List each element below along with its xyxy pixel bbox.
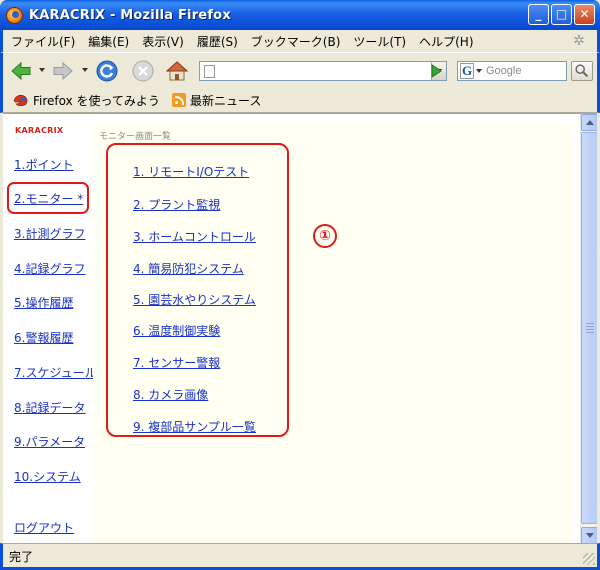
back-history-dropdown-icon[interactable]: [39, 68, 45, 72]
go-icon[interactable]: [427, 63, 445, 79]
menu-bookmarks[interactable]: ブックマーク(B): [251, 33, 341, 50]
page-icon: [204, 64, 215, 78]
bookmark-label: Firefox を使ってみよう: [33, 93, 160, 108]
stop-icon[interactable]: [131, 59, 155, 83]
resize-grip-icon[interactable]: [583, 553, 595, 565]
forward-arrow-icon[interactable]: [51, 59, 75, 83]
menu-history[interactable]: 履歴(S): [197, 33, 238, 50]
sidebar-item-record-data[interactable]: 8.記録データ: [14, 399, 85, 416]
sidebar-highlight-outline: [7, 182, 89, 214]
brand-logo: KARACRIX: [15, 126, 64, 135]
grip-line: [586, 329, 594, 330]
sidebar-item-record-graph[interactable]: 4.記録グラフ: [14, 260, 85, 277]
sidebar-item-point[interactable]: 1.ポイント: [14, 156, 73, 173]
close-button[interactable]: ✕: [574, 4, 595, 25]
search-input[interactable]: [486, 63, 566, 79]
scroll-up-button[interactable]: [581, 114, 597, 131]
url-input[interactable]: [219, 63, 431, 79]
sidebar-item-operation-history[interactable]: 5.操作履歴: [14, 294, 73, 311]
menu-file[interactable]: ファイル(F): [11, 33, 75, 50]
page-title: モニター画面一覧: [99, 132, 172, 142]
forward-history-dropdown-icon[interactable]: [82, 68, 88, 72]
grip-line: [586, 332, 594, 333]
monitor-list-highlight-outline: [106, 143, 289, 437]
search-button[interactable]: [571, 61, 593, 81]
maximize-button[interactable]: □: [551, 4, 572, 25]
magnifier-icon: [575, 64, 589, 78]
vertical-scrollbar[interactable]: [580, 114, 597, 543]
search-engine-dropdown-icon[interactable]: [476, 69, 482, 73]
bookmark-latest-news[interactable]: 最新ニュース: [171, 92, 262, 109]
grip-line: [586, 326, 594, 327]
rss-feed-icon: [171, 93, 186, 107]
callout-marker: ①: [313, 224, 337, 248]
status-bar: 完了: [0, 543, 600, 570]
menu-view[interactable]: 表示(V): [142, 33, 184, 50]
bookmark-label: 最新ニュース: [189, 93, 262, 108]
scroll-down-button[interactable]: [581, 527, 597, 543]
main-content: モニター画面一覧 1. リモートI/Oテスト 2. プラント監視 3. ホームコ…: [93, 122, 572, 543]
sidebar-item-parameter[interactable]: 9.パラメータ: [14, 433, 85, 450]
search-bar: G: [457, 61, 567, 81]
scroll-thumb[interactable]: [581, 132, 597, 524]
firefox-bookmark-icon: [13, 94, 28, 106]
window-controls: _ □ ✕: [528, 4, 595, 25]
grip-line: [586, 323, 594, 324]
content-viewport: KARACRIX 1.ポイント 2.モニター * 3.計測グラフ 4.記録グラフ…: [3, 113, 597, 543]
throbber-icon: ✲: [573, 33, 585, 49]
web-page: KARACRIX 1.ポイント 2.モニター * 3.計測グラフ 4.記録グラフ…: [3, 114, 580, 543]
bookmark-getting-started[interactable]: Firefox を使ってみよう: [13, 92, 160, 109]
sidebar-item-system[interactable]: 10.システム: [14, 468, 81, 485]
google-engine-icon[interactable]: G: [460, 63, 474, 79]
sidebar-item-alarm-history[interactable]: 6.警報履歴: [14, 329, 73, 346]
menu-edit[interactable]: 編集(E): [88, 33, 129, 50]
menu-help[interactable]: ヘルプ(H): [419, 33, 473, 50]
back-arrow-icon[interactable]: [9, 59, 33, 83]
home-icon[interactable]: [165, 59, 189, 83]
firefox-logo-icon: [6, 6, 23, 24]
minimize-button[interactable]: _: [528, 4, 549, 25]
window-title: KARACRIX - Mozilla Firefox: [29, 7, 231, 23]
navigation-toolbar: G: [0, 52, 600, 88]
sidebar-nav: KARACRIX 1.ポイント 2.モニター * 3.計測グラフ 4.記録グラフ…: [3, 114, 97, 543]
address-bar: [199, 61, 447, 81]
sidebar-item-measure-graph[interactable]: 3.計測グラフ: [14, 225, 85, 242]
sidebar-item-schedule[interactable]: 7.スケジュール: [14, 364, 97, 381]
title-bar: KARACRIX - Mozilla Firefox _ □ ✕: [0, 0, 600, 30]
status-text: 完了: [9, 550, 34, 564]
bookmarks-toolbar: Firefox を使ってみよう 最新ニュース: [0, 88, 600, 113]
menu-tools[interactable]: ツール(T): [353, 33, 406, 50]
reload-icon[interactable]: [95, 59, 119, 83]
menu-bar: ファイル(F) 編集(E) 表示(V) 履歴(S) ブックマーク(B) ツール(…: [0, 30, 600, 52]
logout-link[interactable]: ログアウト: [14, 519, 74, 536]
